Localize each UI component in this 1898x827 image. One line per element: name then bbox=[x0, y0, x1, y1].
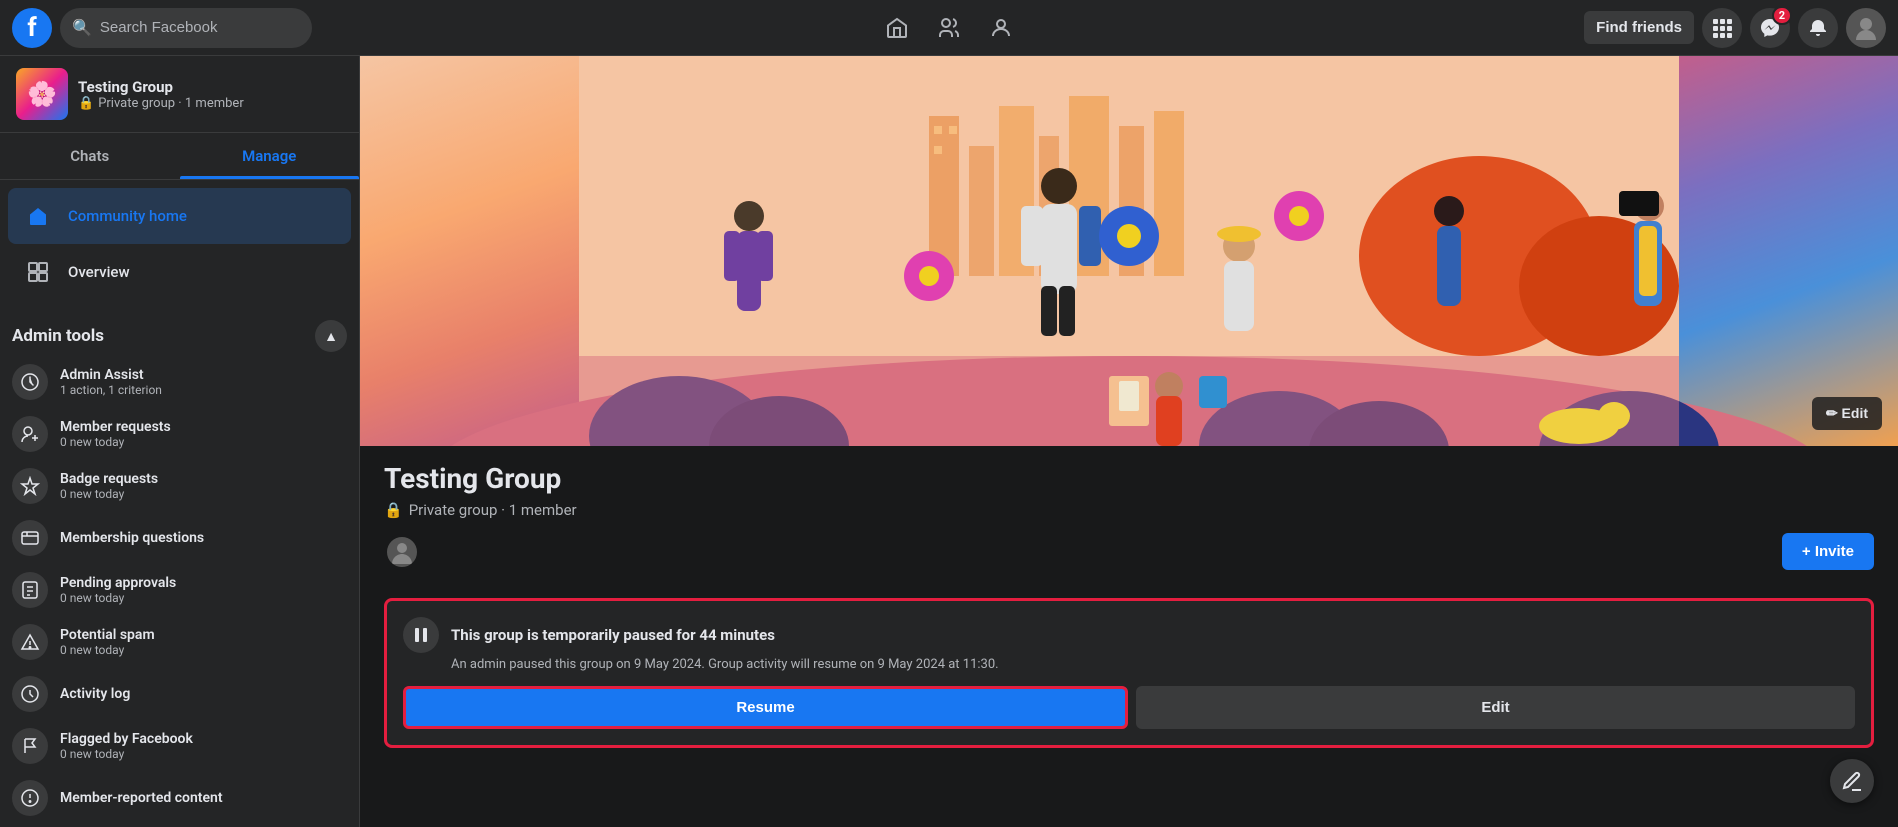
group-header: 🌸 Testing Group 🔒 Private group · 1 memb… bbox=[0, 56, 359, 133]
home-nav-icon bbox=[20, 198, 56, 234]
activity-log-name: Activity log bbox=[60, 686, 347, 702]
admin-tools-toggle[interactable]: ▲ bbox=[315, 320, 347, 352]
grid-menu-button[interactable] bbox=[1702, 8, 1742, 48]
group-subtitle: 🔒 Private group · 1 member bbox=[384, 501, 1874, 519]
member-avatars bbox=[384, 534, 412, 570]
sidebar-navigation: Community home Overview bbox=[0, 180, 359, 308]
potential-spam-icon bbox=[12, 624, 48, 660]
admin-tool-activity-log[interactable]: Activity log bbox=[0, 668, 359, 720]
group-meta-text: Private group · 1 member bbox=[409, 501, 577, 519]
member-reported-content-icon bbox=[12, 780, 48, 816]
pause-banner-actions: Resume Edit bbox=[403, 686, 1855, 729]
pending-approvals-name: Pending approvals bbox=[60, 575, 347, 591]
notifications-button[interactable] bbox=[1798, 8, 1838, 48]
main-container: 🌸 Testing Group 🔒 Private group · 1 memb… bbox=[0, 56, 1898, 827]
profile-nav-button[interactable] bbox=[977, 4, 1025, 52]
admin-tool-member-reported-content[interactable]: Member-reported content bbox=[0, 772, 359, 824]
membership-questions-name: Membership questions bbox=[60, 530, 347, 546]
admin-tool-pending-approvals[interactable]: Pending approvals 0 new today bbox=[0, 564, 359, 616]
flagged-by-facebook-icon bbox=[12, 728, 48, 764]
edit-cover-button[interactable]: ✏ Edit bbox=[1812, 397, 1882, 430]
lock-icon-main: 🔒 bbox=[384, 501, 403, 519]
activity-log-icon bbox=[12, 676, 48, 712]
home-nav-button[interactable] bbox=[873, 4, 921, 52]
group-info-section: Testing Group 🔒 Private group · 1 member… bbox=[360, 446, 1898, 586]
badge-requests-name: Badge requests bbox=[60, 471, 347, 487]
admin-tools-list: Admin Assist 1 action, 1 criterion Membe… bbox=[0, 356, 359, 824]
admin-tool-admin-assist[interactable]: Admin Assist 1 action, 1 criterion bbox=[0, 356, 359, 408]
flagged-by-facebook-sub: 0 new today bbox=[60, 747, 347, 761]
lock-icon: 🔒 bbox=[78, 96, 94, 111]
overview-nav-icon bbox=[20, 254, 56, 290]
overview-label: Overview bbox=[68, 263, 130, 281]
pause-banner-subtitle: An admin paused this group on 9 May 2024… bbox=[451, 657, 1855, 672]
pause-icon bbox=[403, 617, 439, 653]
messenger-badge: 2 bbox=[1772, 6, 1792, 25]
sidebar-group-meta: 🔒 Private group · 1 member bbox=[78, 96, 343, 111]
sidebar-item-overview[interactable]: Overview bbox=[8, 244, 351, 300]
messenger-button[interactable]: 2 bbox=[1750, 8, 1790, 48]
member-reported-content-name: Member-reported content bbox=[60, 790, 347, 806]
search-bar[interactable]: 🔍 bbox=[60, 8, 312, 48]
search-icon: 🔍 bbox=[72, 18, 92, 37]
tab-manage[interactable]: Manage bbox=[180, 133, 360, 179]
sidebar-item-community-home[interactable]: Community home bbox=[8, 188, 351, 244]
badge-requests-sub: 0 new today bbox=[60, 487, 347, 501]
member-requests-sub: 0 new today bbox=[60, 435, 347, 449]
search-input[interactable] bbox=[100, 19, 300, 36]
pause-banner-header: This group is temporarily paused for 44 … bbox=[403, 617, 1855, 653]
tab-chats[interactable]: Chats bbox=[0, 133, 180, 179]
member-avatar bbox=[384, 534, 420, 570]
admin-tool-membership-questions[interactable]: Membership questions bbox=[0, 512, 359, 564]
top-navigation: f 🔍 Find friends 2 bbox=[0, 0, 1898, 56]
cover-photo: ✏ Edit bbox=[360, 56, 1898, 446]
user-avatar[interactable] bbox=[1846, 8, 1886, 48]
write-post-fab[interactable] bbox=[1830, 759, 1874, 803]
pending-approvals-icon bbox=[12, 572, 48, 608]
membership-questions-icon bbox=[12, 520, 48, 556]
admin-tools-header: Admin tools ▲ bbox=[0, 308, 359, 356]
content-area: ✏ Edit Testing Group 🔒 Private group · 1… bbox=[360, 56, 1898, 827]
admin-tool-flagged-by-facebook[interactable]: Flagged by Facebook 0 new today bbox=[0, 720, 359, 772]
admin-assist-icon bbox=[12, 364, 48, 400]
community-home-label: Community home bbox=[68, 207, 187, 225]
group-title: Testing Group bbox=[384, 462, 1874, 495]
potential-spam-name: Potential spam bbox=[60, 627, 347, 643]
pause-banner-title: This group is temporarily paused for 44 … bbox=[451, 626, 775, 644]
member-requests-icon bbox=[12, 416, 48, 452]
invite-button[interactable]: + Invite bbox=[1782, 533, 1874, 570]
admin-assist-sub: 1 action, 1 criterion bbox=[60, 383, 347, 397]
pending-approvals-sub: 0 new today bbox=[60, 591, 347, 605]
sidebar: 🌸 Testing Group 🔒 Private group · 1 memb… bbox=[0, 56, 360, 827]
admin-tool-badge-requests[interactable]: Badge requests 0 new today bbox=[0, 460, 359, 512]
group-members-row: + Invite bbox=[384, 533, 1874, 570]
admin-tool-member-requests[interactable]: Member requests 0 new today bbox=[0, 408, 359, 460]
find-friends-button[interactable]: Find friends bbox=[1584, 11, 1694, 44]
sidebar-group-name: Testing Group bbox=[78, 78, 343, 96]
group-avatar: 🌸 bbox=[16, 68, 68, 120]
friends-nav-button[interactable] bbox=[925, 4, 973, 52]
resume-button[interactable]: Resume bbox=[403, 686, 1128, 729]
member-requests-name: Member requests bbox=[60, 419, 347, 435]
admin-assist-name: Admin Assist bbox=[60, 367, 347, 383]
flagged-by-facebook-name: Flagged by Facebook bbox=[60, 731, 347, 747]
edit-button[interactable]: Edit bbox=[1136, 686, 1855, 729]
admin-tool-potential-spam[interactable]: Potential spam 0 new today bbox=[0, 616, 359, 668]
potential-spam-sub: 0 new today bbox=[60, 643, 347, 657]
sidebar-tabs: Chats Manage bbox=[0, 133, 359, 180]
pause-banner: This group is temporarily paused for 44 … bbox=[384, 598, 1874, 748]
facebook-logo[interactable]: f bbox=[12, 8, 52, 48]
badge-requests-icon bbox=[12, 468, 48, 504]
admin-tools-label: Admin tools bbox=[12, 326, 104, 346]
